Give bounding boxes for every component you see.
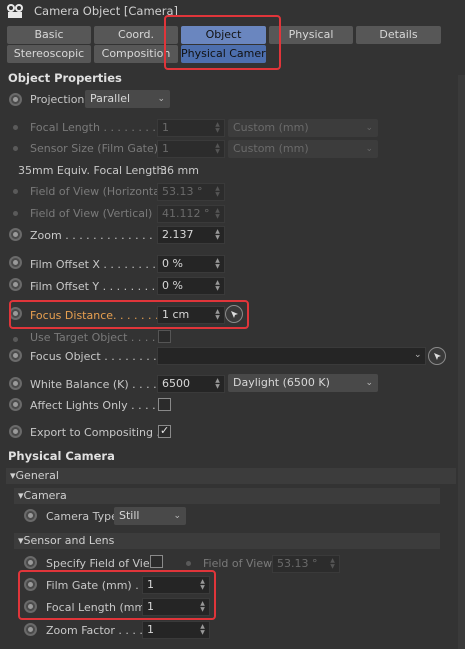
animate-dot[interactable]	[13, 189, 18, 194]
use-target-checkbox[interactable]	[158, 330, 171, 343]
animate-radio[interactable]	[9, 398, 22, 411]
equiv-focal-value: 36 mm	[160, 164, 199, 177]
chevron-down-icon[interactable]: ⌄	[414, 350, 422, 360]
film-offset-x-field[interactable]: 0 % ▲ ▼	[157, 255, 225, 273]
use-target-label: Use Target Object . . . . . .	[30, 331, 170, 344]
highlight-film-gate-focal	[18, 570, 216, 620]
animate-radio[interactable]	[9, 377, 22, 390]
spinner-icon[interactable]: ▲ ▼	[214, 122, 221, 134]
film-offset-y-field[interactable]: 0 % ▲ ▼	[157, 277, 225, 295]
export-comp-checkbox[interactable]	[158, 424, 171, 438]
focal-length-label: Focal Length . . . . . . . .	[30, 121, 156, 134]
sensor-size-label: Sensor Size (Film Gate)	[30, 142, 159, 155]
spinner-icon[interactable]: ▲ ▼	[214, 186, 221, 198]
zoom-label: Zoom . . . . . . . . . . . . .	[30, 229, 153, 242]
highlight-tabs	[164, 15, 281, 70]
fov-v-label: Field of View (Vertical) . .	[30, 207, 167, 220]
spinner-icon[interactable]: ▲ ▼	[214, 143, 221, 155]
chevron-down-icon: ⌄	[365, 123, 373, 133]
pick-focus-object-button[interactable]	[428, 347, 446, 365]
tab-physical[interactable]: Physical	[269, 26, 353, 44]
specify-fov-checkbox[interactable]	[150, 555, 163, 568]
animate-radio[interactable]	[24, 509, 37, 522]
section-object-properties: Object Properties	[8, 71, 122, 85]
scrollbar[interactable]	[458, 75, 465, 649]
chevron-down-icon: ⌄	[365, 378, 373, 388]
focus-object-label: Focus Object . . . . . . . .	[30, 350, 157, 363]
film-offset-x-label: Film Offset X . . . . . . . .	[30, 258, 156, 271]
spinner-icon[interactable]: ▲ ▼	[214, 378, 221, 390]
animate-radio[interactable]	[9, 278, 22, 291]
animate-dot[interactable]	[13, 125, 18, 130]
camera-type-label: Camera Type	[46, 510, 118, 523]
zoom-factor-field[interactable]: 1 ▲ ▼	[142, 621, 210, 639]
animate-radio[interactable]	[24, 556, 37, 569]
chevron-down-icon: ⌄	[173, 511, 181, 521]
spinner-icon[interactable]: ▲ ▼	[329, 558, 336, 570]
focus-object-link[interactable]	[157, 347, 426, 365]
animate-dot[interactable]	[13, 337, 18, 342]
sensor-size-preset[interactable]: Custom (mm) ⌄	[228, 140, 378, 158]
tab-basic[interactable]: Basic	[7, 26, 91, 44]
tab-stereoscopic[interactable]: Stereoscopic	[7, 45, 91, 63]
spinner-icon[interactable]: ▲ ▼	[214, 258, 221, 270]
white-balance-label: White Balance (K) . . . . .	[30, 378, 164, 391]
section-physical-camera: Physical Camera	[8, 449, 115, 463]
animate-radio[interactable]	[9, 349, 22, 362]
animate-radio[interactable]	[9, 256, 22, 269]
equiv-focal-label: 35mm Equiv. Focal Length:	[18, 164, 168, 177]
fov-h-label: Field of View (Horizontal)	[30, 185, 168, 198]
zoom-field[interactable]: 2.137 ▲ ▼	[157, 226, 225, 244]
projection-value: Parallel	[90, 92, 131, 105]
projection-dropdown[interactable]: Parallel ⌄	[85, 90, 170, 108]
affect-lights-checkbox[interactable]	[158, 398, 171, 411]
fov-h-field[interactable]: 53.13 ° ▲ ▼	[157, 183, 225, 201]
spinner-icon[interactable]: ▲ ▼	[214, 229, 221, 241]
white-balance-preset[interactable]: Daylight (6500 K) ⌄	[228, 374, 378, 392]
window-title: Camera Object [Camera]	[34, 4, 178, 18]
spinner-icon[interactable]: ▲ ▼	[199, 624, 206, 636]
spinner-icon[interactable]: ▲ ▼	[214, 208, 221, 220]
group-camera[interactable]: ▾Camera	[14, 488, 440, 504]
chevron-down-icon: ⌄	[157, 94, 165, 104]
focal-length-field[interactable]: 1 ▲ ▼	[157, 119, 225, 137]
animate-radio[interactable]	[9, 425, 22, 438]
fov-v-field[interactable]: 41.112 ° ▲ ▼	[157, 205, 225, 223]
highlight-focus-distance	[9, 300, 249, 329]
film-offset-y-label: Film Offset Y . . . . . . . .	[30, 280, 156, 293]
animate-dot[interactable]	[13, 146, 18, 151]
spinner-icon[interactable]: ▲ ▼	[214, 280, 221, 292]
white-balance-field[interactable]: 6500 ▲ ▼	[157, 375, 225, 393]
animate-dot[interactable]	[186, 561, 191, 566]
group-general[interactable]: ▾General	[6, 468, 456, 484]
affect-lights-label: Affect Lights Only . . . . .	[30, 399, 163, 412]
camera-type-dropdown[interactable]: Still ⌄	[114, 507, 186, 525]
camera-icon	[7, 4, 23, 18]
animate-radio[interactable]	[24, 623, 37, 636]
animate-dot[interactable]	[13, 211, 18, 216]
animate-radio[interactable]	[9, 228, 22, 241]
tab-details[interactable]: Details	[356, 26, 441, 44]
pointer-icon	[434, 353, 441, 360]
fov-field[interactable]: 53.13 ° ▲ ▼	[272, 555, 340, 573]
export-comp-label: Export to Compositing .	[30, 426, 160, 439]
fov-label: Field of View	[203, 557, 273, 570]
sensor-size-field[interactable]: 1 ▲ ▼	[157, 140, 225, 158]
zoom-factor-label: Zoom Factor . . . . .	[46, 624, 150, 637]
group-sensor-lens[interactable]: ▾Sensor and Lens	[14, 533, 440, 549]
specify-fov-label: Specify Field of View	[46, 557, 159, 570]
chevron-down-icon: ⌄	[365, 144, 373, 154]
projection-label: Projection	[30, 93, 85, 106]
animate-radio[interactable]	[9, 93, 22, 106]
focal-length-preset[interactable]: Custom (mm) ⌄	[228, 119, 378, 137]
